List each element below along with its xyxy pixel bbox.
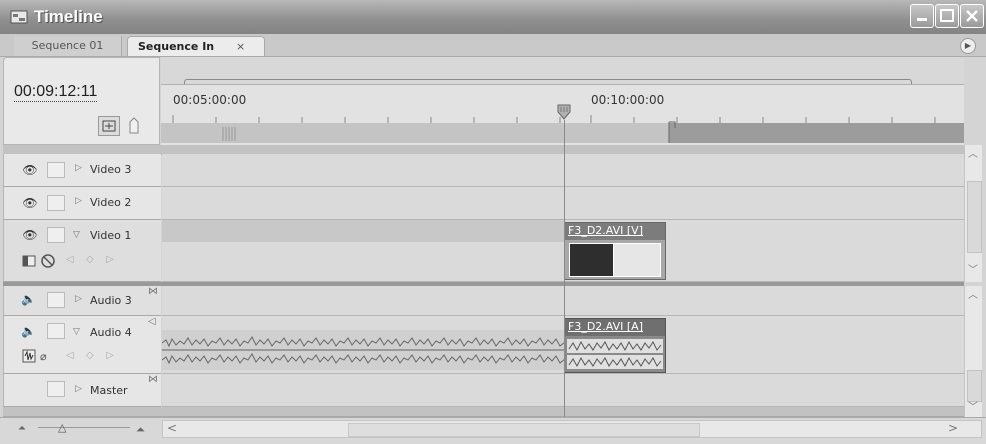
- lock-toggle[interactable]: [47, 323, 65, 339]
- speaker-icon[interactable]: 🔈: [21, 292, 36, 306]
- tab-sequence-in[interactable]: Sequence In ×: [127, 36, 265, 56]
- title-bar[interactable]: Timeline: [0, 0, 986, 35]
- eye-icon[interactable]: 👁: [21, 163, 39, 177]
- show-volume-icon[interactable]: ⌀: [40, 350, 47, 363]
- previous-keyframe-icon[interactable]: ◁: [66, 350, 74, 361]
- lock-toggle[interactable]: [47, 227, 65, 243]
- zoom-in-icon[interactable]: ⏶: [136, 423, 145, 437]
- track-name: Video 2: [90, 196, 132, 209]
- add-keyframe-icon[interactable]: ◇: [86, 350, 94, 361]
- timeline-panel-icon: [10, 9, 28, 25]
- minimize-button[interactable]: [910, 4, 934, 28]
- lock-toggle[interactable]: [47, 195, 65, 211]
- horizontal-scrollbar[interactable]: < >: [162, 420, 982, 438]
- expand-triangle-icon[interactable]: ▷: [75, 163, 82, 173]
- video-vertical-scrollbar[interactable]: ︿ ﹀: [964, 145, 982, 282]
- lock-toggle[interactable]: [47, 381, 65, 397]
- snap-toggle-icon[interactable]: [98, 116, 120, 136]
- track-header-master[interactable]: [3, 374, 161, 407]
- track-audio-3[interactable]: [162, 286, 964, 316]
- speaker-icon[interactable]: 🔈: [21, 324, 36, 338]
- scroll-right-icon[interactable]: >: [948, 421, 958, 435]
- track-name: Audio 3: [90, 294, 132, 307]
- eye-icon[interactable]: 👁: [21, 196, 39, 210]
- track-video-1-clip-band: [162, 220, 564, 242]
- tab-label: Sequence 01: [31, 39, 104, 52]
- tab-label: Sequence In: [138, 40, 215, 53]
- ruler-label: 00:05:00:00: [173, 93, 247, 107]
- tab-sequence-01[interactable]: Sequence 01: [14, 36, 122, 56]
- clip-title: F3_D2.AVI [V]: [565, 223, 665, 240]
- zoom-slider-handle[interactable]: △: [58, 421, 66, 434]
- playhead-handle-icon[interactable]: [557, 104, 571, 120]
- expand-triangle-icon[interactable]: ▷: [75, 384, 82, 394]
- playhead-line[interactable]: [564, 120, 565, 417]
- video-clip[interactable]: F3_D2.AVI [V]: [564, 222, 666, 280]
- scroll-down-icon[interactable]: ﹀: [965, 400, 981, 416]
- track-name: Video 1: [90, 229, 132, 242]
- maximize-button[interactable]: [935, 4, 959, 28]
- display-style-icon[interactable]: [22, 254, 36, 268]
- audio-vertical-scrollbar[interactable]: ︿ ﹀: [964, 286, 982, 417]
- track-video-2[interactable]: [162, 187, 964, 220]
- waveform-display-icon[interactable]: [22, 349, 36, 363]
- footer-separator: [3, 407, 964, 417]
- track-name: Video 3: [90, 163, 132, 176]
- previous-keyframe-icon[interactable]: ◁: [66, 254, 74, 265]
- next-keyframe-icon[interactable]: ▷: [106, 350, 114, 361]
- audio-waveform: [162, 330, 565, 370]
- panel-menu-icon[interactable]: ▶: [960, 38, 976, 54]
- close-tab-icon[interactable]: ×: [236, 37, 245, 56]
- horizontal-scroll-thumb[interactable]: [348, 423, 700, 437]
- track-name: Master: [90, 384, 128, 397]
- next-keyframe-icon[interactable]: ▷: [106, 254, 114, 265]
- add-keyframe-icon[interactable]: ◇: [86, 254, 94, 265]
- scroll-up-icon[interactable]: ︿: [965, 288, 981, 304]
- clip-thumbnail-light: [613, 243, 661, 277]
- track-video-3[interactable]: [162, 154, 964, 187]
- mono-track-icon: ◁: [148, 316, 156, 327]
- expand-triangle-icon[interactable]: ▷: [75, 196, 82, 206]
- clip-waveform: [567, 339, 663, 369]
- scroll-down-icon[interactable]: ﹀: [965, 263, 981, 279]
- set-marker-icon[interactable]: [127, 117, 141, 135]
- expand-triangle-icon[interactable]: ▷: [75, 294, 82, 304]
- clip-title: F3_D2.AVI [A]: [565, 319, 665, 336]
- window-title: Timeline: [34, 7, 103, 26]
- stereo-track-icon: ⋈: [148, 286, 158, 297]
- collapse-triangle-icon[interactable]: ▽: [73, 230, 80, 240]
- clip-thumbnail-dark: [569, 243, 615, 277]
- current-timecode[interactable]: 00:09:12:11: [14, 83, 98, 102]
- track-name: Audio 4: [90, 326, 132, 339]
- scroll-thumb[interactable]: [967, 370, 982, 402]
- ruler-label: 00:10:00:00: [591, 93, 665, 107]
- track-master[interactable]: [162, 374, 964, 407]
- stereo-track-icon: ⋈: [148, 374, 158, 385]
- show-keyframes-icon[interactable]: [40, 253, 56, 269]
- collapse-triangle-icon[interactable]: ▽: [73, 327, 80, 337]
- lock-toggle[interactable]: [47, 162, 65, 178]
- close-button[interactable]: [960, 4, 984, 28]
- zoom-out-icon[interactable]: ⏶: [18, 423, 26, 434]
- scroll-thumb[interactable]: [967, 181, 982, 253]
- tab-bar: Sequence 01 Sequence In × ▶: [0, 34, 986, 57]
- eye-icon[interactable]: 👁: [21, 228, 39, 242]
- zoom-slider[interactable]: [38, 427, 130, 432]
- scroll-left-icon[interactable]: <: [167, 421, 177, 435]
- scroll-up-icon[interactable]: ︿: [965, 147, 981, 163]
- lock-toggle[interactable]: [47, 292, 65, 308]
- audio-clip[interactable]: F3_D2.AVI [A]: [564, 318, 666, 373]
